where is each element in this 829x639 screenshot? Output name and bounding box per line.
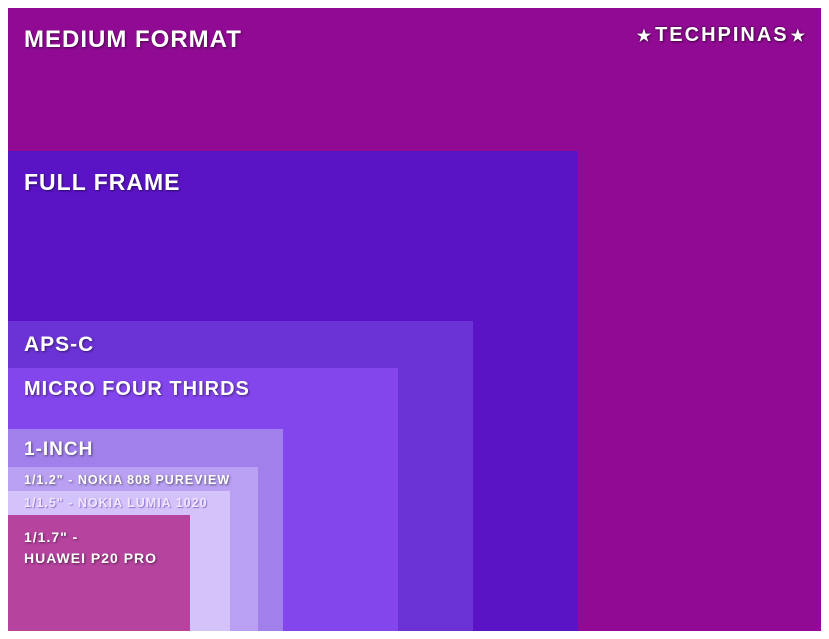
nokia-808-label: 1/1.2" - Nokia 808 Pureview (24, 473, 230, 487)
star-icon: ★ (791, 26, 807, 46)
aps-c-label: APS-C (24, 333, 94, 357)
huawei-p20-pro-label: 1/1.7" - Huawei P20 Pro (24, 527, 157, 569)
star-icon: ★ (637, 26, 653, 46)
full-frame-label: Full Frame (24, 169, 181, 196)
sensor-size-diagram: Medium Format ★ TECHPINAS ★ Full Frame A… (8, 8, 821, 631)
huawei-line2: Huawei P20 Pro (24, 550, 157, 566)
micro-four-thirds-label: Micro Four Thirds (24, 378, 250, 401)
watermark: ★ TECHPINAS ★ (637, 24, 807, 47)
huawei-p20-pro-box: 1/1.7" - Huawei P20 Pro (8, 515, 190, 631)
medium-format-label: Medium Format (24, 26, 242, 54)
watermark-text: TECHPINAS (655, 24, 789, 47)
nokia-1020-label: 1/1.5" - Nokia Lumia 1020 (24, 496, 208, 510)
huawei-line1: 1/1.7" - (24, 529, 78, 545)
one-inch-label: 1-Inch (24, 439, 93, 461)
